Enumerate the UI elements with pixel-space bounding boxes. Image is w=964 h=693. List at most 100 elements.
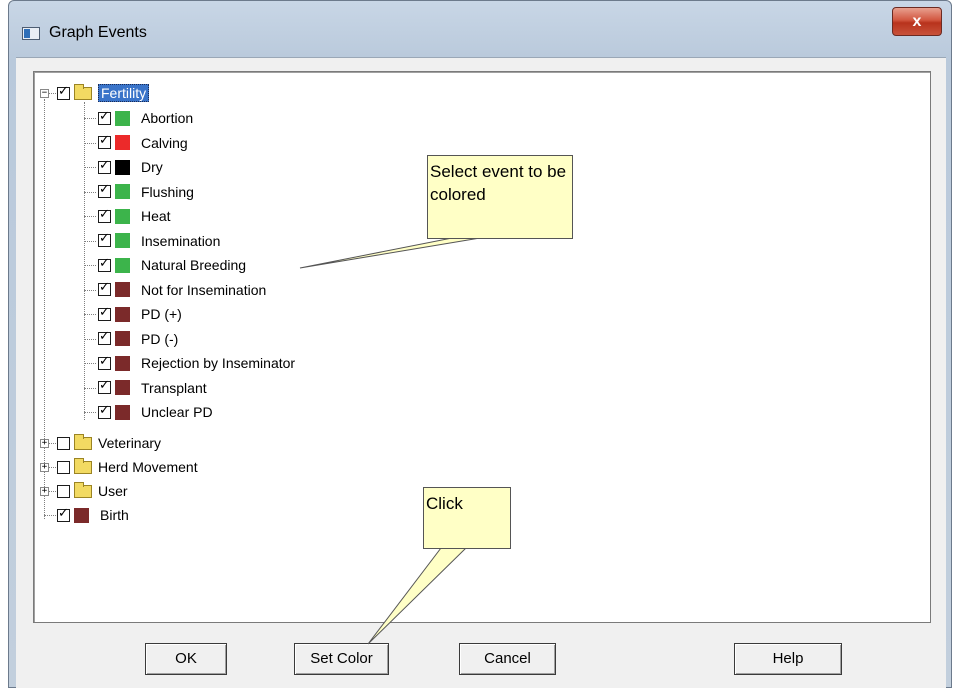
event-checkbox[interactable] — [98, 329, 111, 345]
color-swatch — [115, 355, 130, 371]
color-swatch — [115, 380, 130, 395]
expand-veterinary-icon[interactable]: + — [40, 439, 49, 448]
tree-node-label: Natural Breeding — [141, 257, 247, 273]
tree-node-event[interactable]: Dry — [98, 156, 163, 178]
tree-node-user[interactable]: User — [57, 480, 128, 502]
tree-line — [84, 338, 96, 340]
select-event-callout: Select event to be colored — [427, 155, 573, 239]
tree-node-label: Unclear PD — [141, 404, 213, 420]
tree-node-event[interactable]: Natural Breeding — [98, 254, 246, 276]
collapse-fertility-icon[interactable]: − — [40, 89, 49, 98]
event-checkbox[interactable] — [98, 256, 111, 272]
tree-node-label: Rejection by Inseminator — [141, 355, 296, 371]
color-swatch — [115, 282, 130, 297]
folder-icon — [74, 481, 92, 498]
event-checkbox[interactable] — [98, 133, 111, 149]
tree-line — [84, 265, 96, 266]
tree-node-event[interactable]: Abortion — [98, 107, 193, 129]
tree-node-birth[interactable]: Birth — [57, 504, 129, 526]
tree-node-event[interactable]: Flushing — [98, 181, 194, 203]
event-checkbox[interactable] — [98, 182, 111, 198]
help-button[interactable]: Help — [734, 643, 842, 675]
tree-node-event[interactable]: PD (-) — [98, 328, 178, 350]
event-checkbox[interactable] — [98, 158, 111, 174]
ok-button[interactable]: OK — [145, 643, 227, 675]
set-color-button[interactable]: Set Color — [294, 643, 389, 675]
click-callout: Click — [423, 487, 511, 549]
tree-node-event[interactable]: Insemination — [98, 230, 220, 252]
folder-icon — [74, 433, 92, 450]
tree-node-label: Herd Movement — [98, 459, 198, 475]
dialog-client-area: − Fertility Abortion Calving Dry Flushing He… — [16, 57, 946, 688]
tree-line — [49, 93, 56, 94]
tree-line — [84, 102, 85, 420]
color-swatch — [115, 257, 130, 273]
tree-node-label: Birth — [100, 507, 129, 523]
tree-node-event[interactable]: Calving — [98, 132, 188, 154]
graph-events-window: Graph Events x − Fertility Abortion Calvi… — [8, 0, 952, 688]
tree-node-label: Flushing — [141, 183, 194, 200]
tree-line — [84, 387, 96, 389]
tree-node-event[interactable]: Unclear PD — [98, 401, 213, 423]
tree-line — [49, 491, 56, 492]
window-title: Graph Events — [49, 24, 147, 41]
event-checkbox[interactable] — [98, 354, 111, 370]
tree-node-label: Insemination — [141, 232, 221, 249]
folder-open-icon — [74, 83, 92, 100]
checkbox-user[interactable] — [57, 484, 70, 498]
tree-node-fertility[interactable]: Fertility — [57, 82, 150, 104]
tree-node-label: PD (+) — [141, 306, 182, 322]
tree-line — [84, 289, 96, 291]
color-swatch — [115, 404, 130, 420]
tree-node-event[interactable]: Transplant — [98, 377, 207, 399]
tree-line — [44, 515, 56, 516]
event-checkbox[interactable] — [98, 280, 111, 296]
tree-node-veterinary[interactable]: Veterinary — [57, 432, 161, 454]
tree-line — [84, 412, 96, 413]
checkbox-fertility[interactable] — [57, 84, 70, 100]
expand-herd-movement-icon[interactable]: + — [40, 463, 49, 472]
tree-node-label: Fertility — [98, 84, 150, 102]
tree-line — [49, 467, 56, 468]
folder-icon — [74, 457, 92, 474]
tree-line — [84, 167, 96, 168]
color-swatch — [115, 159, 130, 175]
checkbox-herd-movement[interactable] — [57, 460, 70, 474]
tree-line — [49, 443, 56, 444]
tree-node-event[interactable]: Rejection by Inseminator — [98, 352, 295, 374]
tree-line — [84, 216, 96, 217]
tree-node-event[interactable]: Not for Insemination — [98, 279, 266, 301]
tree-line — [84, 191, 96, 193]
tree-node-herd-movement[interactable]: Herd Movement — [57, 456, 198, 478]
color-swatch — [115, 331, 130, 346]
event-checkbox[interactable] — [98, 109, 111, 125]
color-swatch — [115, 135, 130, 150]
tree-node-label: Heat — [141, 208, 171, 224]
tree-node-label: Abortion — [141, 110, 194, 126]
event-checkbox[interactable] — [98, 305, 111, 321]
event-checkbox[interactable] — [98, 231, 111, 247]
window-icon — [22, 27, 40, 40]
color-swatch — [115, 233, 130, 248]
color-swatch — [115, 110, 130, 126]
tree-node-label: PD (-) — [141, 330, 179, 347]
tree-node-event[interactable]: Heat — [98, 205, 171, 227]
tree-node-label: Calving — [141, 134, 188, 151]
title-bar[interactable]: Graph Events x — [9, 1, 951, 59]
tree-line — [84, 142, 96, 144]
tree-node-event[interactable]: PD (+) — [98, 303, 182, 325]
tree-line — [84, 314, 96, 315]
color-swatch — [115, 208, 130, 224]
color-swatch — [115, 306, 130, 322]
tree-node-label: Not for Insemination — [141, 281, 267, 298]
checkbox-birth[interactable] — [57, 506, 70, 522]
checkbox-veterinary[interactable] — [57, 436, 70, 450]
event-checkbox[interactable] — [98, 378, 111, 394]
expand-user-icon[interactable]: + — [40, 487, 49, 496]
tree-line — [84, 363, 96, 364]
event-checkbox[interactable] — [98, 207, 111, 223]
tree-line — [84, 240, 96, 242]
event-checkbox[interactable] — [98, 403, 111, 419]
cancel-button[interactable]: Cancel — [459, 643, 556, 675]
close-button[interactable]: x — [892, 7, 942, 36]
